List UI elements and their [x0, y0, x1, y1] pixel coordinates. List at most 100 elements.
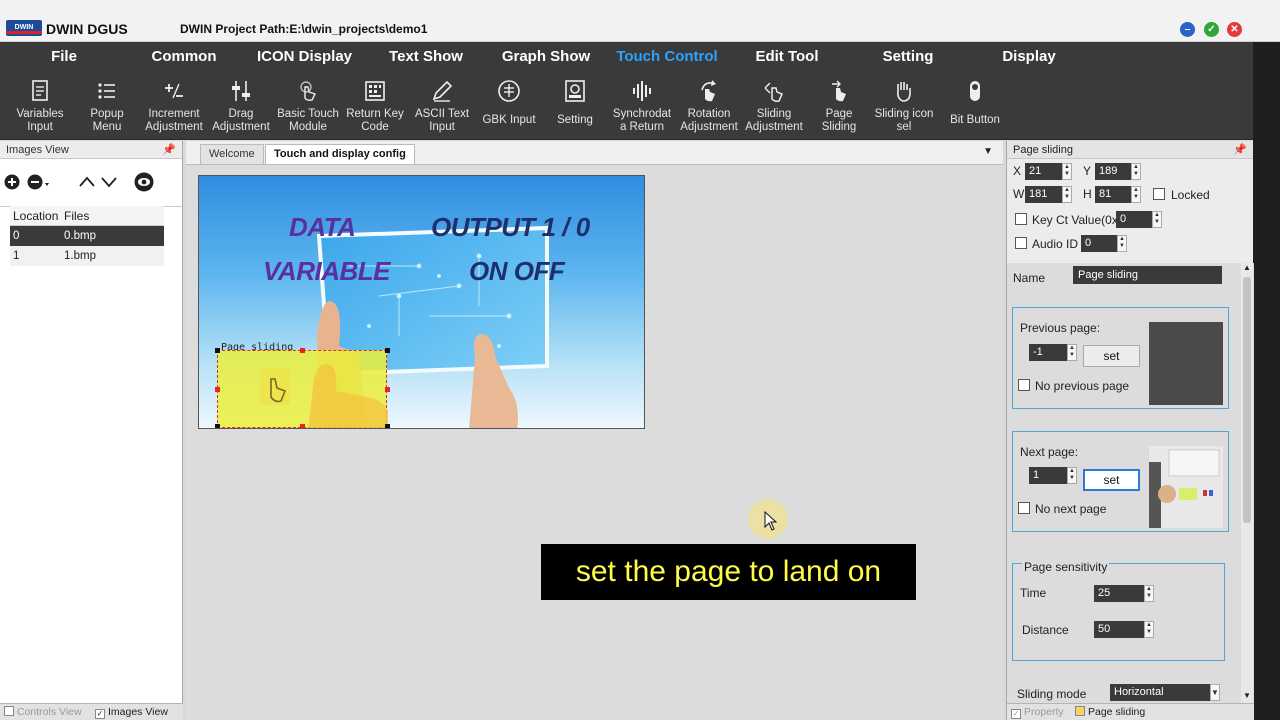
previous-page-set-button[interactable]: set [1083, 345, 1140, 367]
pin-icon[interactable]: 📌 [162, 141, 176, 159]
editor-area: Welcome Touch and display config ▼ DATA … [186, 141, 1003, 720]
x-field[interactable]: 21 [1025, 163, 1065, 180]
tool-variables-input[interactable]: Variables Input [4, 76, 76, 138]
distance-spin-icon[interactable]: ▲ ▼ [1144, 621, 1154, 638]
key-ct-spin-icon[interactable]: ▲ ▼ [1152, 211, 1162, 228]
checkbox-icon: ✓ [1011, 709, 1021, 719]
tab-page-sliding[interactable]: Page sliding [1075, 706, 1145, 718]
next-page-field[interactable]: 1 [1029, 467, 1067, 484]
tab-touch-display-config[interactable]: Touch and display config [265, 144, 415, 164]
resize-handle[interactable] [215, 348, 220, 353]
scrollbar-thumb[interactable] [1243, 277, 1251, 523]
tab-images-view[interactable]: ✓ Images View [95, 706, 168, 719]
maximize-icon[interactable]: ✓ [1204, 22, 1219, 37]
tool-label: Drag Adjustment [212, 108, 270, 133]
move-up-icon[interactable] [78, 175, 96, 189]
hand-icon [897, 82, 911, 102]
tab-controls-view[interactable]: Controls View [4, 706, 82, 718]
tool-page-sliding[interactable]: Page Sliding [803, 76, 875, 138]
menu-text-show[interactable]: Text Show [380, 42, 472, 72]
y-spin-icon[interactable]: ▲ ▼ [1131, 163, 1141, 180]
tool-setting[interactable]: Setting [539, 76, 611, 138]
add-image-icon[interactable] [4, 174, 20, 190]
tool-sliding-adjustment[interactable]: Sliding Adjustment [738, 76, 810, 138]
tool-increment-adjustment[interactable]: Increment Adjustment [138, 76, 210, 138]
pin-icon[interactable]: 📌 [1233, 141, 1247, 159]
next-page-set-button[interactable]: set [1083, 469, 1140, 491]
h-spin-icon[interactable]: ▲ ▼ [1131, 186, 1141, 203]
minimize-icon[interactable]: – [1180, 22, 1195, 37]
next-page-thumbnail [1149, 446, 1223, 528]
resize-handle[interactable] [385, 424, 390, 428]
tool-bit-button[interactable]: Bit Button [939, 76, 1011, 138]
no-next-page-label: No next page [1035, 502, 1107, 516]
tool-label: ASCII Text Input [414, 108, 470, 133]
tool-sliding-icon-sel[interactable]: Sliding icon sel [868, 76, 940, 138]
move-down-icon[interactable] [100, 175, 118, 189]
w-spin-icon[interactable]: ▲ ▼ [1062, 186, 1072, 203]
menu-setting[interactable]: Setting [872, 42, 944, 72]
audio-checkbox[interactable] [1015, 237, 1027, 249]
menu-edit-tool[interactable]: Edit Tool [746, 42, 828, 72]
key-ct-field[interactable]: 0 [1116, 211, 1152, 228]
distance-field[interactable]: 50 [1094, 621, 1144, 638]
close-icon[interactable]: ✕ [1227, 22, 1242, 37]
tab-welcome[interactable]: Welcome [200, 144, 264, 164]
preview-eye-icon[interactable] [134, 172, 154, 192]
no-previous-page-checkbox[interactable] [1018, 379, 1030, 391]
tab-property[interactable]: ✓ Property [1011, 706, 1064, 719]
page-canvas[interactable]: DATA VARIABLE OUTPUT 1 / 0 ON OFF Page s… [198, 175, 645, 429]
locked-checkbox[interactable] [1153, 188, 1165, 200]
tool-ascii-text-input[interactable]: ASCII Text Input [406, 76, 478, 138]
menu-icon-display[interactable]: ICON Display [248, 42, 361, 72]
audio-spin-icon[interactable]: ▲ ▼ [1117, 235, 1127, 252]
scroll-up-icon[interactable]: ▲ [1243, 263, 1251, 272]
resize-handle[interactable] [300, 348, 305, 353]
tool-rotation-adjustment[interactable]: Rotation Adjustment [673, 76, 745, 138]
time-spin-icon[interactable]: ▲ ▼ [1144, 585, 1154, 602]
table-header: Location Files [10, 206, 164, 226]
table-row[interactable]: 0 0.bmp [10, 226, 164, 246]
resize-handle[interactable] [385, 387, 390, 392]
previous-page-spin-icon[interactable]: ▲ ▼ [1067, 344, 1077, 361]
dropdown-arrow-icon[interactable]: ▼ [1210, 684, 1220, 701]
no-next-page-checkbox[interactable] [1018, 502, 1030, 514]
title-bar: DWIN DWIN DGUS DWIN Project Path:E:\dwin… [0, 0, 1280, 42]
sliding-mode-select[interactable]: Horizontal [1110, 684, 1210, 701]
resize-handle[interactable] [385, 348, 390, 353]
tool-gbk-input[interactable]: GBK Input [473, 76, 545, 138]
table-row[interactable]: 1 1.bmp [10, 246, 164, 266]
remove-image-icon[interactable] [27, 174, 51, 190]
resize-handle[interactable] [300, 424, 305, 428]
tab-list-arrow-icon[interactable]: ▼ [983, 146, 993, 157]
page-sliding-control[interactable] [217, 350, 388, 428]
right-bottom-tabs: ✓ Property Page sliding [1007, 703, 1254, 720]
menu-touch-control[interactable]: Touch Control [610, 42, 724, 72]
tool-synchrodata-return[interactable]: Synchrodat a Return [606, 76, 678, 138]
page-icon [1075, 706, 1085, 716]
next-page-spin-icon[interactable]: ▲ ▼ [1067, 467, 1077, 484]
tool-popup-menu[interactable]: Popup Menu [71, 76, 143, 138]
menu-file[interactable]: File [30, 42, 98, 72]
resize-handle[interactable] [215, 387, 220, 392]
w-field[interactable]: 181 [1025, 186, 1065, 203]
properties-scrollbar[interactable]: ▲ ▼ [1241, 263, 1253, 703]
tool-basic-touch-module[interactable]: Basic Touch Module [272, 76, 344, 138]
menu-graph-show[interactable]: Graph Show [494, 42, 598, 72]
x-spin-icon[interactable]: ▲ ▼ [1062, 163, 1072, 180]
images-table: Location Files 0 0.bmp 1 1.bmp [10, 206, 164, 266]
audio-field[interactable]: 0 [1081, 235, 1117, 252]
tool-label: Variables Input [16, 108, 64, 133]
resize-handle[interactable] [215, 424, 220, 428]
time-field[interactable]: 25 [1094, 585, 1144, 602]
menu-common[interactable]: Common [140, 42, 228, 72]
name-field[interactable]: Page sliding [1073, 266, 1222, 284]
menu-display[interactable]: Display [994, 42, 1064, 72]
tool-drag-adjustment[interactable]: Drag Adjustment [205, 76, 277, 138]
scroll-down-icon[interactable]: ▼ [1243, 691, 1251, 700]
h-field[interactable]: 81 [1095, 186, 1135, 203]
tool-return-key-code[interactable]: Return Key Code [339, 76, 411, 138]
previous-page-field[interactable]: -1 [1029, 344, 1067, 361]
y-field[interactable]: 189 [1095, 163, 1135, 180]
key-ct-checkbox[interactable] [1015, 213, 1027, 225]
